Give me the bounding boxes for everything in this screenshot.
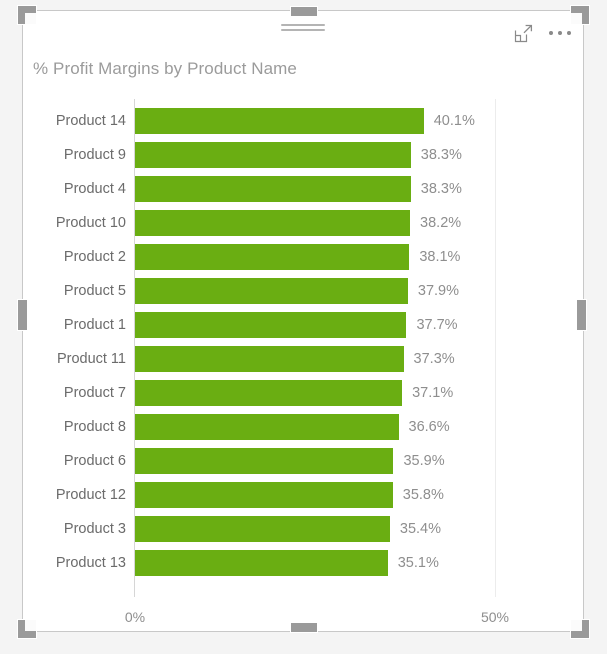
drag-handle[interactable] <box>281 24 325 33</box>
category-label: Product 7 <box>63 385 126 401</box>
bar[interactable] <box>135 312 407 338</box>
bar-row[interactable]: Product 5 37.9% <box>23 274 583 308</box>
resize-handle-bottom-left[interactable] <box>18 620 36 638</box>
bar-rows: Product 14 40.1% Product 9 38.3% Product 4 38… <box>23 104 583 580</box>
bar-row[interactable]: Product 13 35.1% <box>23 546 583 580</box>
resize-handle-left[interactable] <box>18 300 27 330</box>
bar[interactable] <box>135 448 394 474</box>
bar[interactable] <box>135 346 404 372</box>
bar[interactable] <box>135 414 399 440</box>
category-label: Product 5 <box>63 283 126 299</box>
data-label: 37.1% <box>412 385 454 401</box>
bar[interactable] <box>135 142 411 168</box>
bar-row[interactable]: Product 9 38.3% <box>23 138 583 172</box>
category-label: Product 4 <box>63 181 126 197</box>
category-label: Product 3 <box>63 521 126 537</box>
visual-title: % Profit Margins by Product Name <box>33 59 297 78</box>
data-label: 35.1% <box>397 555 439 571</box>
bar-row[interactable]: Product 11 37.3% <box>23 342 583 376</box>
data-label: 35.8% <box>402 487 444 503</box>
screen: % Profit Margins by Product Name Product… <box>0 0 607 654</box>
data-label: 40.1% <box>433 113 475 129</box>
resize-handle-bottom-right[interactable] <box>571 620 589 638</box>
category-label: Product 13 <box>55 555 126 571</box>
bar[interactable] <box>135 244 410 270</box>
data-label: 38.3% <box>420 147 462 163</box>
bar-row[interactable]: Product 10 38.2% <box>23 206 583 240</box>
more-options-icon[interactable] <box>547 27 573 39</box>
x-axis-tick-label: 0% <box>124 609 146 625</box>
bar[interactable] <box>135 278 408 304</box>
bar[interactable] <box>135 550 388 576</box>
bar-row[interactable]: Product 6 35.9% <box>23 444 583 478</box>
bar-row[interactable]: Product 8 36.6% <box>23 410 583 444</box>
bar-row[interactable]: Product 4 38.3% <box>23 172 583 206</box>
data-label: 35.4% <box>399 521 441 537</box>
resize-handle-top-right[interactable] <box>571 6 589 24</box>
category-label: Product 9 <box>63 147 126 163</box>
category-label: Product 10 <box>55 215 126 231</box>
data-label: 35.9% <box>403 453 445 469</box>
power-bi-visual-container[interactable]: % Profit Margins by Product Name Product… <box>23 11 583 631</box>
resize-handle-top-left[interactable] <box>18 6 36 24</box>
bar-row[interactable]: Product 7 37.1% <box>23 376 583 410</box>
category-label: Product 1 <box>63 317 126 333</box>
category-label: Product 12 <box>55 487 126 503</box>
data-label: 38.2% <box>420 215 462 231</box>
bar-chart: Product 14 40.1% Product 9 38.3% Product 4 38… <box>23 86 583 631</box>
x-axis-tick-label: 50% <box>480 609 510 625</box>
data-label: 36.6% <box>408 419 450 435</box>
bar-row[interactable]: Product 3 35.4% <box>23 512 583 546</box>
bar[interactable] <box>135 108 424 134</box>
bar-row[interactable]: Product 1 37.7% <box>23 308 583 342</box>
category-label: Product 8 <box>63 419 126 435</box>
visual-header <box>23 11 583 53</box>
data-label: 37.7% <box>416 317 458 333</box>
bar[interactable] <box>135 380 403 406</box>
bar-row[interactable]: Product 2 38.1% <box>23 240 583 274</box>
bar[interactable] <box>135 482 393 508</box>
category-label: Product 11 <box>56 351 126 367</box>
bar-row[interactable]: Product 12 35.8% <box>23 478 583 512</box>
resize-handle-top[interactable] <box>291 7 317 16</box>
bar-row[interactable]: Product 14 40.1% <box>23 104 583 138</box>
focus-mode-icon[interactable] <box>511 21 535 45</box>
category-label: Product 6 <box>63 453 126 469</box>
bar[interactable] <box>135 210 411 236</box>
visual-header-icons <box>511 21 573 45</box>
category-label: Product 14 <box>55 113 126 129</box>
data-label: 37.3% <box>413 351 455 367</box>
bar[interactable] <box>135 516 390 542</box>
data-label: 38.1% <box>419 249 461 265</box>
bar[interactable] <box>135 176 411 202</box>
data-label: 37.9% <box>417 283 459 299</box>
resize-handle-bottom[interactable] <box>291 623 317 632</box>
resize-handle-right[interactable] <box>577 300 586 330</box>
category-label: Product 2 <box>63 249 126 265</box>
data-label: 38.3% <box>420 181 462 197</box>
